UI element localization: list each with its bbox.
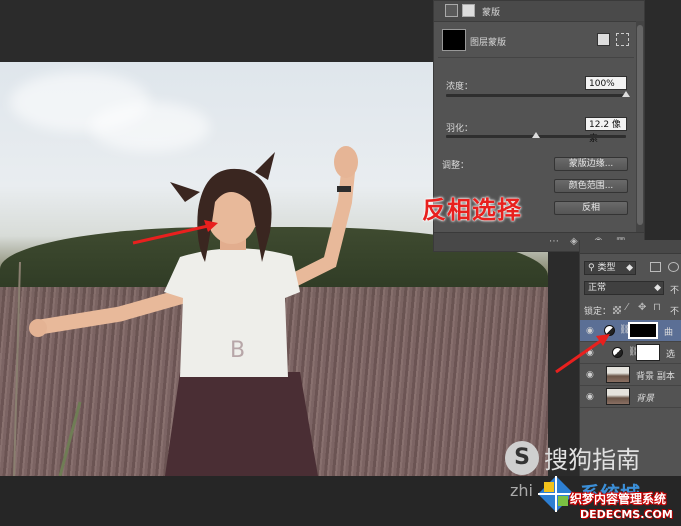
- lock-label: 锁定：: [584, 307, 612, 317]
- arrow-to-layer-mask: [555, 334, 610, 374]
- sogou-watermark: S 搜狗指南: [505, 440, 640, 475]
- sogou-url: zhi: [510, 481, 533, 500]
- layers-tab-row: [580, 240, 681, 254]
- chevron-down-icon: ◆: [626, 263, 633, 273]
- lock-brush-icon[interactable]: ⁄: [626, 302, 628, 313]
- density-slider-knob[interactable]: [622, 91, 630, 97]
- layer-mask-thumbnail-selected[interactable]: [628, 322, 658, 339]
- density-label: 浓度：: [446, 82, 474, 92]
- panel-title: 蒙版: [482, 8, 501, 18]
- panel-scrollbar[interactable]: [636, 21, 644, 233]
- layer-mask-thumbnail[interactable]: [636, 344, 660, 361]
- adjustment-icon[interactable]: [445, 4, 458, 17]
- feather-field[interactable]: 12.2 像素: [585, 117, 627, 144]
- adjustment-layer-icon: [612, 347, 623, 358]
- scroll-thumb[interactable]: [637, 25, 643, 225]
- mask-edge-button[interactable]: 蒙版边缘...: [554, 157, 628, 171]
- arrow-to-face: [132, 220, 218, 245]
- layer-name: 选: [666, 350, 676, 360]
- kind-filter-dropdown[interactable]: ⚲ 类型 ◆: [584, 261, 636, 275]
- invert-selection-callout: 反相选择: [422, 196, 522, 224]
- divider: [438, 57, 634, 58]
- lock-all-icon[interactable]: ⊓: [653, 302, 661, 313]
- mask-tab-icon[interactable]: [462, 4, 475, 17]
- layer-mask-thumbnail[interactable]: [442, 29, 466, 51]
- invert-button[interactable]: 反相: [554, 201, 628, 215]
- density-field[interactable]: 100%: [585, 76, 627, 90]
- opacity-label: 不: [670, 286, 680, 296]
- load-selection-icon[interactable]: ⋯: [549, 236, 559, 247]
- svg-text:B: B: [230, 338, 245, 363]
- density-slider[interactable]: [446, 94, 626, 97]
- refine-label: 调整：: [442, 161, 470, 171]
- apply-mask-icon[interactable]: ◈: [570, 236, 578, 247]
- chevron-down-icon: ◆: [654, 283, 661, 293]
- adjustment-filter-icon[interactable]: [668, 262, 679, 272]
- blend-mode-value: 正常: [588, 283, 607, 293]
- pixel-filter-icon[interactable]: [650, 262, 661, 272]
- sogou-text: 搜狗指南: [544, 446, 641, 474]
- layer-name: 曲: [664, 328, 674, 338]
- lock-transparent-icon[interactable]: [613, 306, 621, 314]
- apply-pixel-mask-button[interactable]: [597, 33, 610, 46]
- dedecms-url: DEDECMS.COM: [580, 508, 673, 521]
- lock-move-icon[interactable]: ✥: [638, 302, 646, 313]
- feather-label: 羽化：: [446, 124, 474, 134]
- layer-name: 背景 副本: [636, 372, 675, 382]
- blend-mode-dropdown[interactable]: 正常 ◆: [584, 281, 664, 295]
- color-range-button[interactable]: 颜色范围...: [554, 179, 628, 193]
- layer-mask-label: 图层蒙版: [470, 38, 507, 48]
- dedecms-title: 织梦内容管理系统: [570, 492, 667, 506]
- vector-mask-button[interactable]: [616, 33, 629, 46]
- layer-name: 背景: [636, 394, 655, 404]
- fill-label-partial: 不: [670, 307, 680, 317]
- sogou-logo-icon: S: [505, 440, 539, 475]
- visibility-eye-icon[interactable]: ◉: [586, 392, 594, 402]
- layer-thumbnail[interactable]: [606, 388, 630, 405]
- layer-row-background[interactable]: ◉ 背景: [580, 386, 681, 408]
- kind-filter-value: 类型: [597, 263, 616, 273]
- feather-slider-knob[interactable]: [532, 132, 540, 138]
- panel-tab-row: 蒙版: [434, 1, 644, 22]
